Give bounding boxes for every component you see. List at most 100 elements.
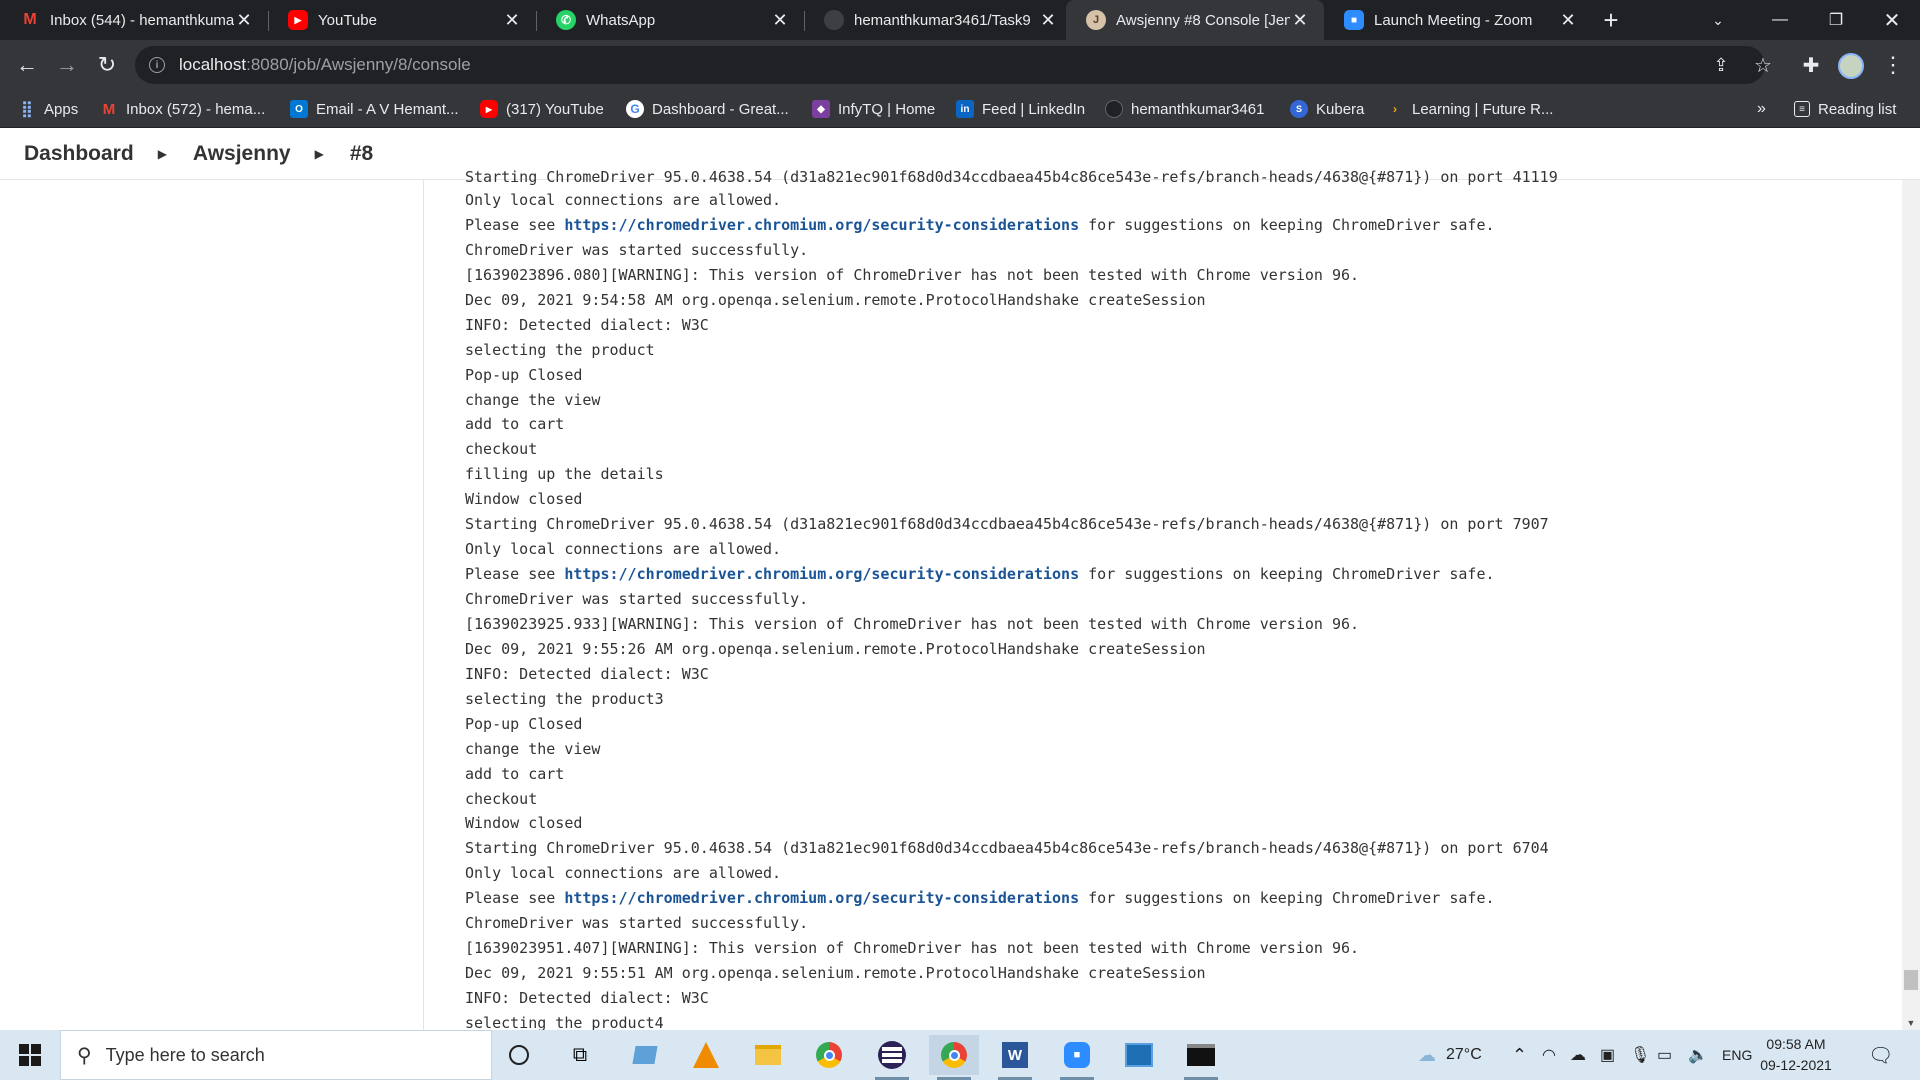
bookmark-email[interactable]: O Email - A V Hemant... — [290, 90, 459, 128]
address-bar[interactable]: i localhost:8080/job/Awsjenny/8/console — [135, 46, 1765, 84]
bookmark-inbox[interactable]: M Inbox (572) - hema... — [100, 90, 265, 128]
gmail-icon: M — [23, 11, 37, 28]
taskbar-search-input[interactable]: ⚲ Type here to search — [60, 1030, 492, 1080]
close-icon[interactable]: ✕ — [502, 10, 522, 30]
bookmark-learning[interactable]: › Learning | Future R... — [1386, 90, 1553, 128]
breadcrumb-dashboard[interactable]: Dashboard — [24, 142, 134, 166]
chrome-icon[interactable] — [804, 1035, 854, 1075]
notifications-icon[interactable]: 🗨 — [1868, 1030, 1893, 1080]
eclipse-icon[interactable] — [867, 1035, 917, 1080]
bookmark-dashboard[interactable]: G Dashboard - Great... — [626, 90, 789, 128]
close-icon[interactable]: ✕ — [1038, 10, 1058, 30]
back-button[interactable]: ← — [10, 48, 44, 82]
microphone-icon[interactable]: 🎙 — [1630, 1030, 1650, 1080]
console-line: change the view — [465, 739, 601, 758]
console-line: ChromeDriver was started successfully. — [465, 240, 809, 259]
chrome-icon[interactable] — [929, 1035, 979, 1080]
security-considerations-link[interactable]: https://chromedriver.chromium.org/securi… — [564, 565, 1079, 583]
weather-temp: 27°C — [1446, 1046, 1482, 1063]
tab-title: Inbox (544) - hemanthkumar — [50, 11, 234, 29]
cortana-icon[interactable] — [494, 1035, 544, 1075]
reload-button[interactable]: ↻ — [90, 48, 124, 82]
zoom-icon: ■ — [1344, 10, 1364, 30]
meet-now-icon[interactable]: ▣ — [1600, 1030, 1615, 1080]
terminal-icon[interactable] — [1176, 1035, 1226, 1080]
tab-title: Awsjenny #8 Console [Jenkins] — [1116, 11, 1290, 29]
close-window-button[interactable]: ✕ — [1864, 0, 1920, 40]
security-considerations-link[interactable]: https://chromedriver.chromium.org/securi… — [564, 889, 1079, 907]
console-line: Dec 09, 2021 9:55:26 AM org.openqa.selen… — [465, 639, 1206, 658]
minimize-button[interactable]: — — [1752, 0, 1808, 40]
bookmark-label: Inbox (572) - hema... — [126, 100, 266, 118]
bookmark-kubera[interactable]: S Kubera — [1290, 90, 1364, 128]
breadcrumb-build[interactable]: #8 — [350, 142, 373, 166]
menu-kebab-icon[interactable]: ⋮ — [1880, 52, 1906, 78]
chevron-right-icon[interactable]: ▶ — [158, 147, 167, 161]
file-explorer-icon[interactable] — [743, 1035, 793, 1075]
console-line: add to cart — [465, 415, 565, 434]
console-line: Pop-up Closed — [465, 714, 583, 733]
file-share-icon[interactable] — [620, 1035, 670, 1075]
extensions-icon[interactable]: ✚ — [1798, 52, 1824, 78]
site-info-icon[interactable]: i — [149, 57, 165, 73]
tab-youtube[interactable]: ▶ YouTube ✕ — [268, 0, 536, 40]
tab-whatsapp[interactable]: ✆ WhatsApp ✕ — [536, 0, 804, 40]
bookmark-infytq[interactable]: ◆ InfyTQ | Home — [812, 90, 935, 128]
console-line: Window closed — [465, 814, 583, 833]
weather-widget[interactable]: ☁ 27°C — [1418, 1030, 1482, 1080]
bookmark-label: Learning | Future R... — [1412, 100, 1554, 118]
onedrive-icon[interactable]: ☁ — [1570, 1030, 1586, 1080]
photos-icon[interactable] — [1114, 1035, 1164, 1075]
scrollbar-thumb[interactable] — [1904, 970, 1918, 990]
bookmark-github[interactable]: hemanthkumar3461 — [1105, 90, 1264, 128]
close-icon[interactable]: ✕ — [1290, 10, 1310, 30]
tab-search-chevron-icon[interactable]: ⌄ — [1690, 0, 1746, 40]
avatar[interactable] — [1838, 53, 1864, 79]
console-line: Dec 09, 2021 9:54:58 AM org.openqa.selen… — [465, 290, 1206, 309]
reading-list-button[interactable]: ≡ Reading list — [1794, 90, 1896, 128]
console-line: Starting ChromeDriver 95.0.4638.54 (d31a… — [465, 170, 1558, 186]
console-output: Starting ChromeDriver 95.0.4638.54 (d31a… — [465, 170, 1875, 1030]
close-icon[interactable]: ✕ — [1558, 10, 1578, 30]
language-indicator[interactable]: ENG — [1722, 1030, 1752, 1080]
restore-button[interactable]: ❐ — [1808, 0, 1864, 40]
console-line: Only local connections are allowed. — [465, 191, 782, 209]
tab-github[interactable]: hemanthkumar3461/Task9 ✕ — [804, 0, 1072, 40]
tab-strip: M Inbox (544) - hemanthkumar ✕ ▶ YouTube… — [0, 0, 1920, 40]
bookmark-star-icon[interactable]: ☆ — [1750, 52, 1776, 78]
chevron-right-icon[interactable]: ▶ — [315, 147, 324, 161]
new-tab-button[interactable]: + — [1596, 5, 1626, 35]
url-host: localhost — [179, 55, 247, 74]
word-icon[interactable]: W — [990, 1035, 1040, 1080]
wifi-icon[interactable]: ◠ — [1542, 1030, 1556, 1080]
clock[interactable]: 09:58 AM 09-12-2021 — [1756, 1034, 1836, 1076]
scroll-down-arrow-icon[interactable]: ▼ — [1904, 1016, 1918, 1030]
bookmark-apps[interactable]: ⣿ Apps — [18, 90, 78, 128]
clock-date: 09-12-2021 — [1760, 1057, 1832, 1073]
volume-icon[interactable]: 🔈 — [1688, 1030, 1708, 1080]
share-icon[interactable]: ⇪ — [1708, 52, 1734, 78]
start-button[interactable] — [0, 1030, 60, 1080]
tab-gmail[interactable]: M Inbox (544) - hemanthkumar ✕ — [0, 0, 268, 40]
kubera-icon: S — [1290, 100, 1308, 118]
console-text: for suggestions on keeping ChromeDriver … — [1079, 565, 1495, 584]
forward-button[interactable]: → — [50, 48, 84, 82]
close-icon[interactable]: ✕ — [234, 10, 254, 30]
security-considerations-link[interactable]: https://chromedriver.chromium.org/securi… — [564, 216, 1079, 234]
vlc-icon[interactable] — [681, 1035, 731, 1075]
breadcrumb-job[interactable]: Awsjenny — [193, 142, 291, 166]
chevron-up-icon[interactable]: ⌃ — [1512, 1030, 1527, 1080]
tab-zoom[interactable]: ■ Launch Meeting - Zoom ✕ — [1324, 0, 1592, 40]
close-icon[interactable]: ✕ — [770, 10, 790, 30]
bookmarks-overflow-button[interactable]: » — [1757, 90, 1766, 128]
console-line: checkout — [465, 440, 538, 459]
bookmark-linkedin[interactable]: in Feed | LinkedIn — [956, 90, 1085, 128]
zoom-icon[interactable]: ■ — [1052, 1035, 1102, 1080]
task-view-icon[interactable]: ⧉ — [555, 1035, 605, 1075]
tab-jenkins-console[interactable]: J Awsjenny #8 Console [Jenkins] ✕ — [1066, 0, 1324, 40]
bookmark-youtube[interactable]: ▶ (317) YouTube — [480, 90, 604, 128]
scrollbar[interactable] — [1902, 180, 1920, 1030]
battery-icon[interactable]: ▭ — [1657, 1030, 1672, 1080]
bookmark-label: InfyTQ | Home — [838, 100, 936, 118]
weather-icon: ☁ — [1418, 1044, 1436, 1065]
